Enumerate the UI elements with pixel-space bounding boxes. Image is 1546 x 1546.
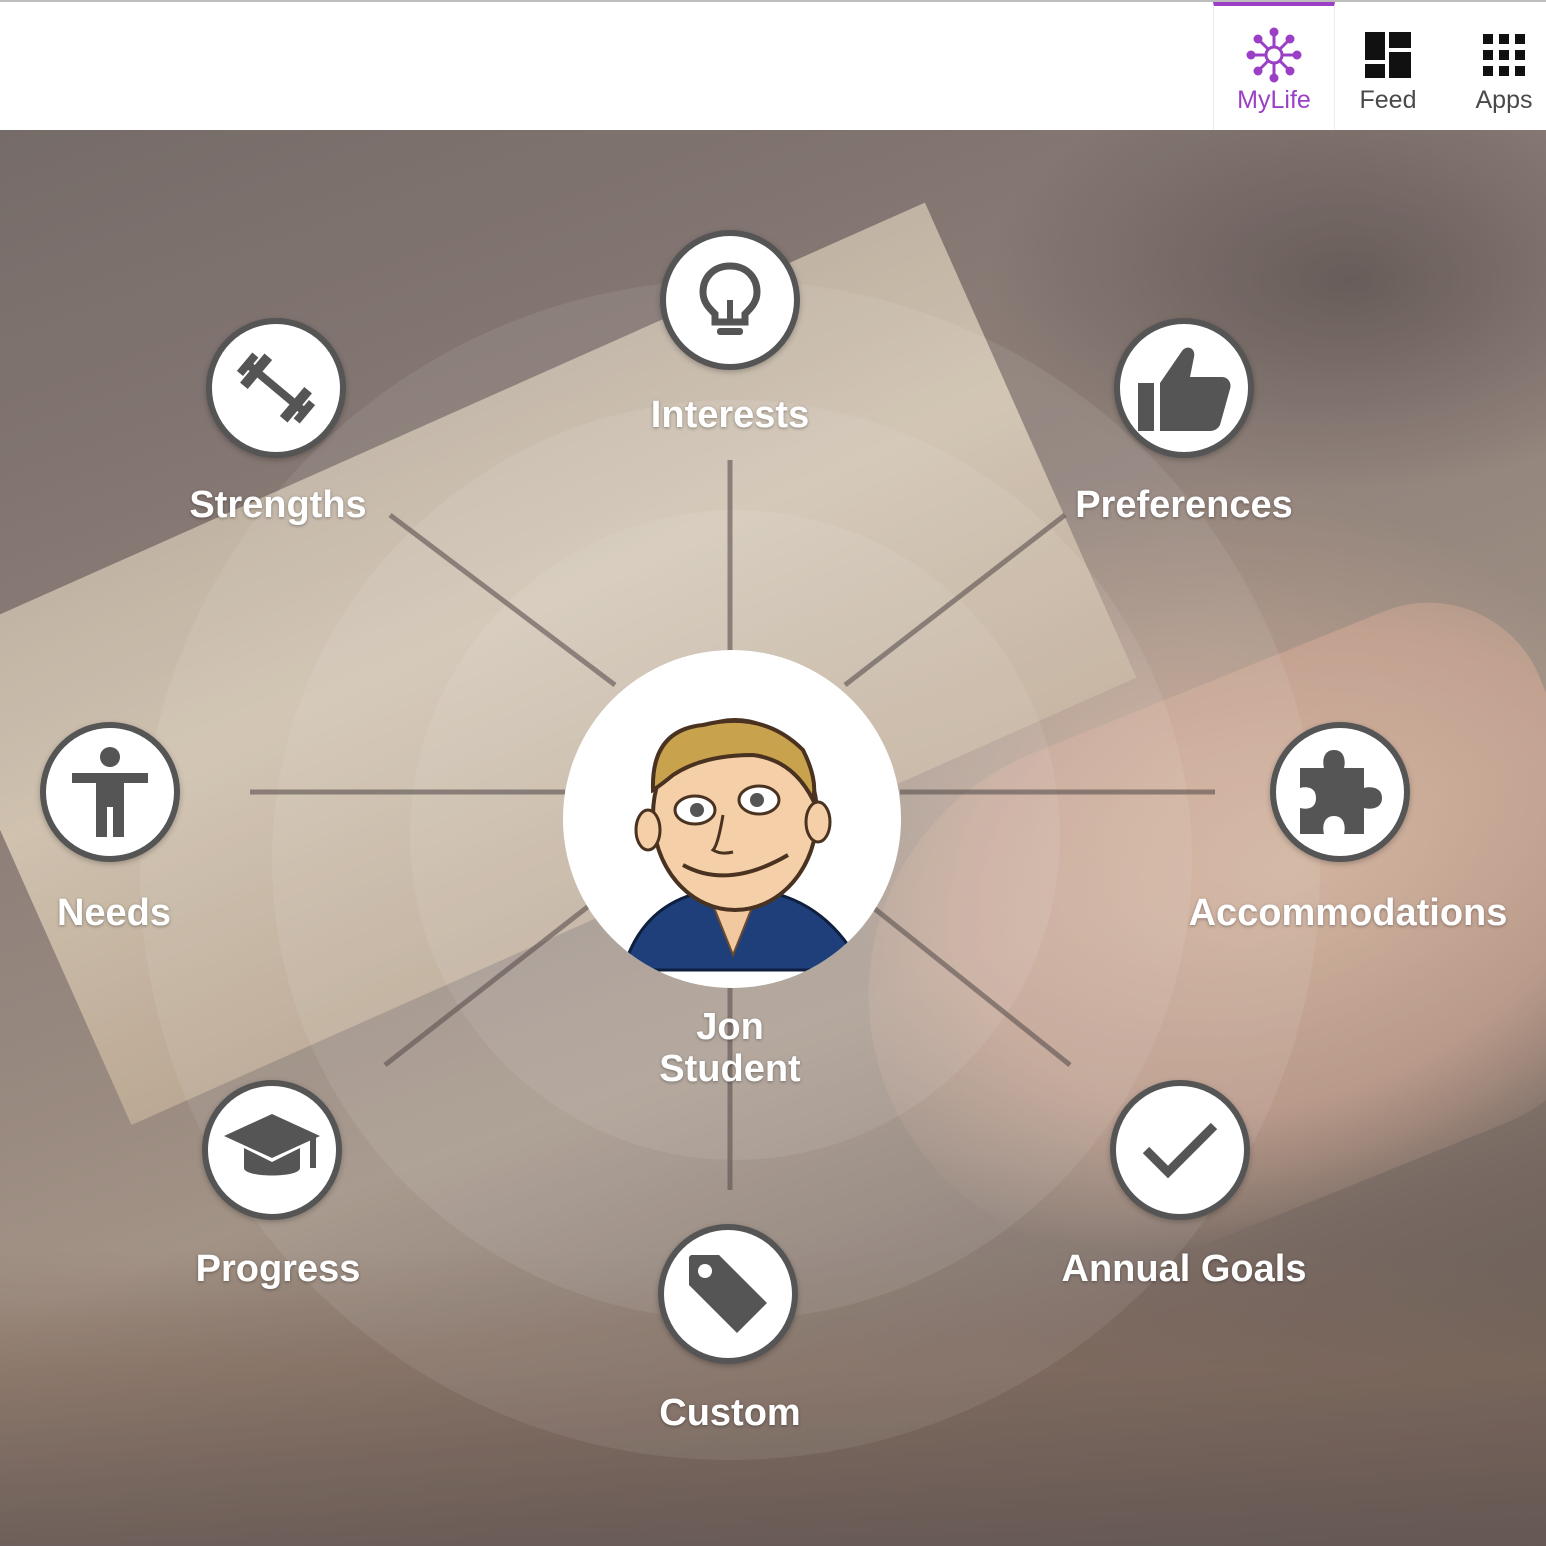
puzzle-piece-icon <box>1300 750 1382 834</box>
strengths-button[interactable] <box>206 318 346 458</box>
custom-label[interactable]: Custom <box>530 1392 930 1435</box>
mylife-network-icon <box>1245 27 1303 83</box>
accommodations-label[interactable]: Accommodations <box>1148 892 1546 935</box>
tab-mylife-label: MyLife <box>1237 86 1311 114</box>
accessibility-person-icon <box>72 747 148 837</box>
student-cartoon-face-icon <box>621 718 866 972</box>
annual-goals-label[interactable]: Annual Goals <box>984 1248 1384 1291</box>
dumbbell-icon <box>236 352 316 424</box>
checkmark-icon <box>1142 1122 1218 1179</box>
needs-button[interactable] <box>40 722 180 862</box>
needs-label[interactable]: Needs <box>0 892 314 935</box>
progress-button[interactable] <box>202 1080 342 1220</box>
lightbulb-icon <box>699 262 761 335</box>
preferences-button[interactable] <box>1114 318 1254 458</box>
tab-feed-label: Feed <box>1359 86 1417 114</box>
thumbs-up-icon <box>1138 347 1231 431</box>
student-last-name: Student <box>659 1048 801 1090</box>
tab-apps-label: Apps <box>1475 86 1533 114</box>
tab-mylife[interactable]: MyLife <box>1213 2 1335 132</box>
dashboard-grid-icon <box>1359 28 1417 82</box>
custom-button[interactable] <box>658 1224 798 1364</box>
strengths-label[interactable]: Strengths <box>78 484 478 527</box>
preferences-label[interactable]: Preferences <box>984 484 1384 527</box>
graduation-cap-icon <box>224 1114 320 1176</box>
annual-goals-button[interactable] <box>1110 1080 1250 1220</box>
mylife-wheel-stage: Jon Student Interests Preferences Accomm… <box>0 130 1546 1546</box>
tag-icon <box>689 1255 767 1333</box>
apps-grid-icon <box>1475 28 1533 82</box>
tab-apps[interactable]: Apps <box>1462 2 1546 132</box>
top-navigation-bar: MyLife Feed Apps <box>0 0 1546 132</box>
interests-label[interactable]: Interests <box>530 394 930 437</box>
tab-feed[interactable]: Feed <box>1340 2 1436 132</box>
student-avatar[interactable] <box>563 650 901 988</box>
student-first-name: Jon <box>696 1006 764 1048</box>
interests-button[interactable] <box>660 230 800 370</box>
accommodations-button[interactable] <box>1270 722 1410 862</box>
student-name: Jon Student <box>530 1006 930 1090</box>
progress-label[interactable]: Progress <box>78 1248 478 1291</box>
